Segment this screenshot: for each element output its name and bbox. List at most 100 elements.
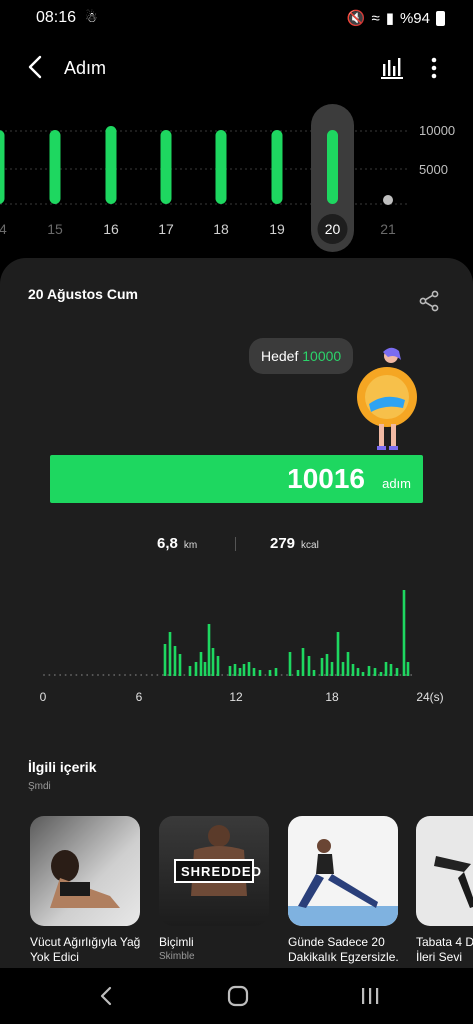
share-icon[interactable] <box>418 290 440 312</box>
hour-step-bar <box>389 664 393 676</box>
hour-step-bar <box>216 656 220 676</box>
week-day-bar[interactable] <box>160 130 172 204</box>
week-day-bar[interactable] <box>215 130 227 204</box>
goal-mascot-illustration <box>357 347 417 450</box>
calories-value: 279 <box>270 535 296 552</box>
hour-step-bar <box>163 644 167 676</box>
shredded-logo-text: SHREDDED <box>181 864 262 879</box>
hour-step-bar <box>384 662 388 676</box>
hour-step-bar <box>228 666 232 676</box>
back-arrow-icon[interactable] <box>24 54 48 80</box>
related-item-title: Biçimli <box>159 935 194 949</box>
hour-step-bar <box>325 654 329 676</box>
mute-icon: 🔇 <box>346 10 366 27</box>
related-item-title-2: Yok Edici <box>30 950 79 964</box>
hour-step-bar <box>188 666 192 676</box>
week-day-bar[interactable] <box>105 126 117 204</box>
week-day-bar[interactable] <box>49 130 61 204</box>
hour-step-bar <box>233 664 237 676</box>
week-day-bar[interactable] <box>0 130 5 204</box>
notification-icon: ☃ <box>85 9 98 25</box>
week-day-label[interactable]: 15 <box>47 221 63 237</box>
bar-chart-icon[interactable] <box>380 56 404 80</box>
related-item-3[interactable]: Günde Sadece 20 Dakikalık Egzersizle... <box>288 816 398 965</box>
hour-step-bar <box>168 632 172 676</box>
week-day-bar[interactable] <box>271 130 283 204</box>
hour-step-bar <box>199 652 203 676</box>
week-day-label[interactable]: 18 <box>213 221 229 237</box>
nav-back-icon[interactable] <box>96 985 116 1007</box>
week-day-label[interactable]: 19 <box>269 221 285 237</box>
goal-prefix: Hedef <box>261 348 299 364</box>
goal-label-5000: 5000 <box>419 162 448 177</box>
week-day-label[interactable]: 17 <box>158 221 174 237</box>
week-day-label[interactable]: 20 <box>325 221 341 237</box>
hour-step-bar <box>207 624 211 676</box>
hour-step-bar <box>247 662 251 676</box>
hour-step-bar <box>336 632 340 676</box>
goal-bubble: Hedef 10000 <box>249 338 354 374</box>
related-item-2[interactable]: SHREDDED Biçimli Skimble <box>159 816 269 963</box>
related-item-title: Vücut Ağırlığıyla Yağ <box>30 935 140 949</box>
status-bar: 08:16 ☃ 🔇 ≈ ▮ %94 <box>0 0 473 36</box>
related-content-title: İlgili içerik <box>28 759 97 775</box>
hour-step-bar <box>242 664 246 676</box>
related-content-carousel[interactable]: Vücut Ağırlığıyla Yağ Yok Edici SHREDDED… <box>0 816 473 968</box>
week-day-label[interactable]: 16 <box>103 221 119 237</box>
calories-stat: 279 kcal <box>270 535 319 552</box>
hour-step-bar <box>330 662 334 676</box>
week-day-empty-dot <box>383 195 393 205</box>
hour-step-bar <box>361 672 365 676</box>
hourly-steps-chart[interactable]: 0 6 12 18 24(s) <box>30 580 460 710</box>
hour-step-bar <box>351 664 355 676</box>
nav-home-icon[interactable] <box>227 985 249 1007</box>
hour-step-bar <box>258 670 262 676</box>
related-item-4[interactable]: Tabata 4 D İleri Sevi <box>416 816 473 965</box>
hour-axis-label: 6 <box>136 690 143 704</box>
daily-stats: 6,8 km 279 kcal <box>0 535 473 555</box>
distance-value: 6,8 <box>157 535 178 552</box>
step-count-bar: 10016 adım <box>50 455 423 503</box>
hour-step-bar <box>406 662 410 676</box>
weekly-steps-chart[interactable]: 14 15 16 17 18 19 20 21 10000 5000 <box>0 100 473 260</box>
hour-step-bar <box>268 670 272 676</box>
hour-step-bar <box>402 590 406 676</box>
page-title: Adım <box>64 58 107 78</box>
hour-step-bar <box>203 662 207 676</box>
battery-icon <box>436 10 445 26</box>
status-time: 08:16 <box>36 9 77 26</box>
week-day-bar[interactable] <box>327 130 338 204</box>
step-count: 10016 <box>287 463 365 494</box>
battery-percent: %94 <box>399 9 430 27</box>
nav-recent-apps-icon[interactable] <box>358 985 382 1007</box>
goal-label-10000: 10000 <box>419 123 456 138</box>
week-day-label[interactable]: 21 <box>380 221 396 237</box>
hour-step-bar <box>312 670 316 676</box>
hour-step-bar <box>341 662 345 676</box>
stat-divider <box>235 537 236 551</box>
status-icons: 🔇 ≈ ▮ %94 <box>347 9 445 27</box>
related-content-subtitle: Şmdi <box>28 781 51 792</box>
related-item-title-2: İleri Sevi <box>416 950 463 964</box>
hour-step-bar <box>194 662 198 676</box>
hour-step-bar <box>211 648 215 676</box>
more-options-icon[interactable] <box>424 54 444 82</box>
app-header: Adım <box>0 44 473 92</box>
hour-step-bar <box>238 668 242 676</box>
hour-step-bar <box>379 672 383 676</box>
related-item-title-2: Dakikalık Egzersizle... <box>288 950 398 964</box>
distance-stat: 6,8 km <box>157 535 197 552</box>
workout-thumbnail <box>416 816 473 926</box>
workout-thumbnail <box>288 816 398 926</box>
week-day-label[interactable]: 14 <box>0 221 7 237</box>
hour-axis-label: 24(s) <box>416 690 443 704</box>
hour-step-bar <box>320 658 324 676</box>
hour-step-bar <box>395 668 399 676</box>
hour-step-bar <box>173 646 177 676</box>
related-item-title: Tabata 4 D <box>416 935 473 949</box>
related-item-1[interactable]: Vücut Ağırlığıyla Yağ Yok Edici <box>30 816 140 965</box>
hour-step-bar <box>301 648 305 676</box>
hour-step-bar <box>274 668 278 676</box>
hour-step-bar <box>373 668 377 676</box>
hour-step-bar <box>346 652 350 676</box>
